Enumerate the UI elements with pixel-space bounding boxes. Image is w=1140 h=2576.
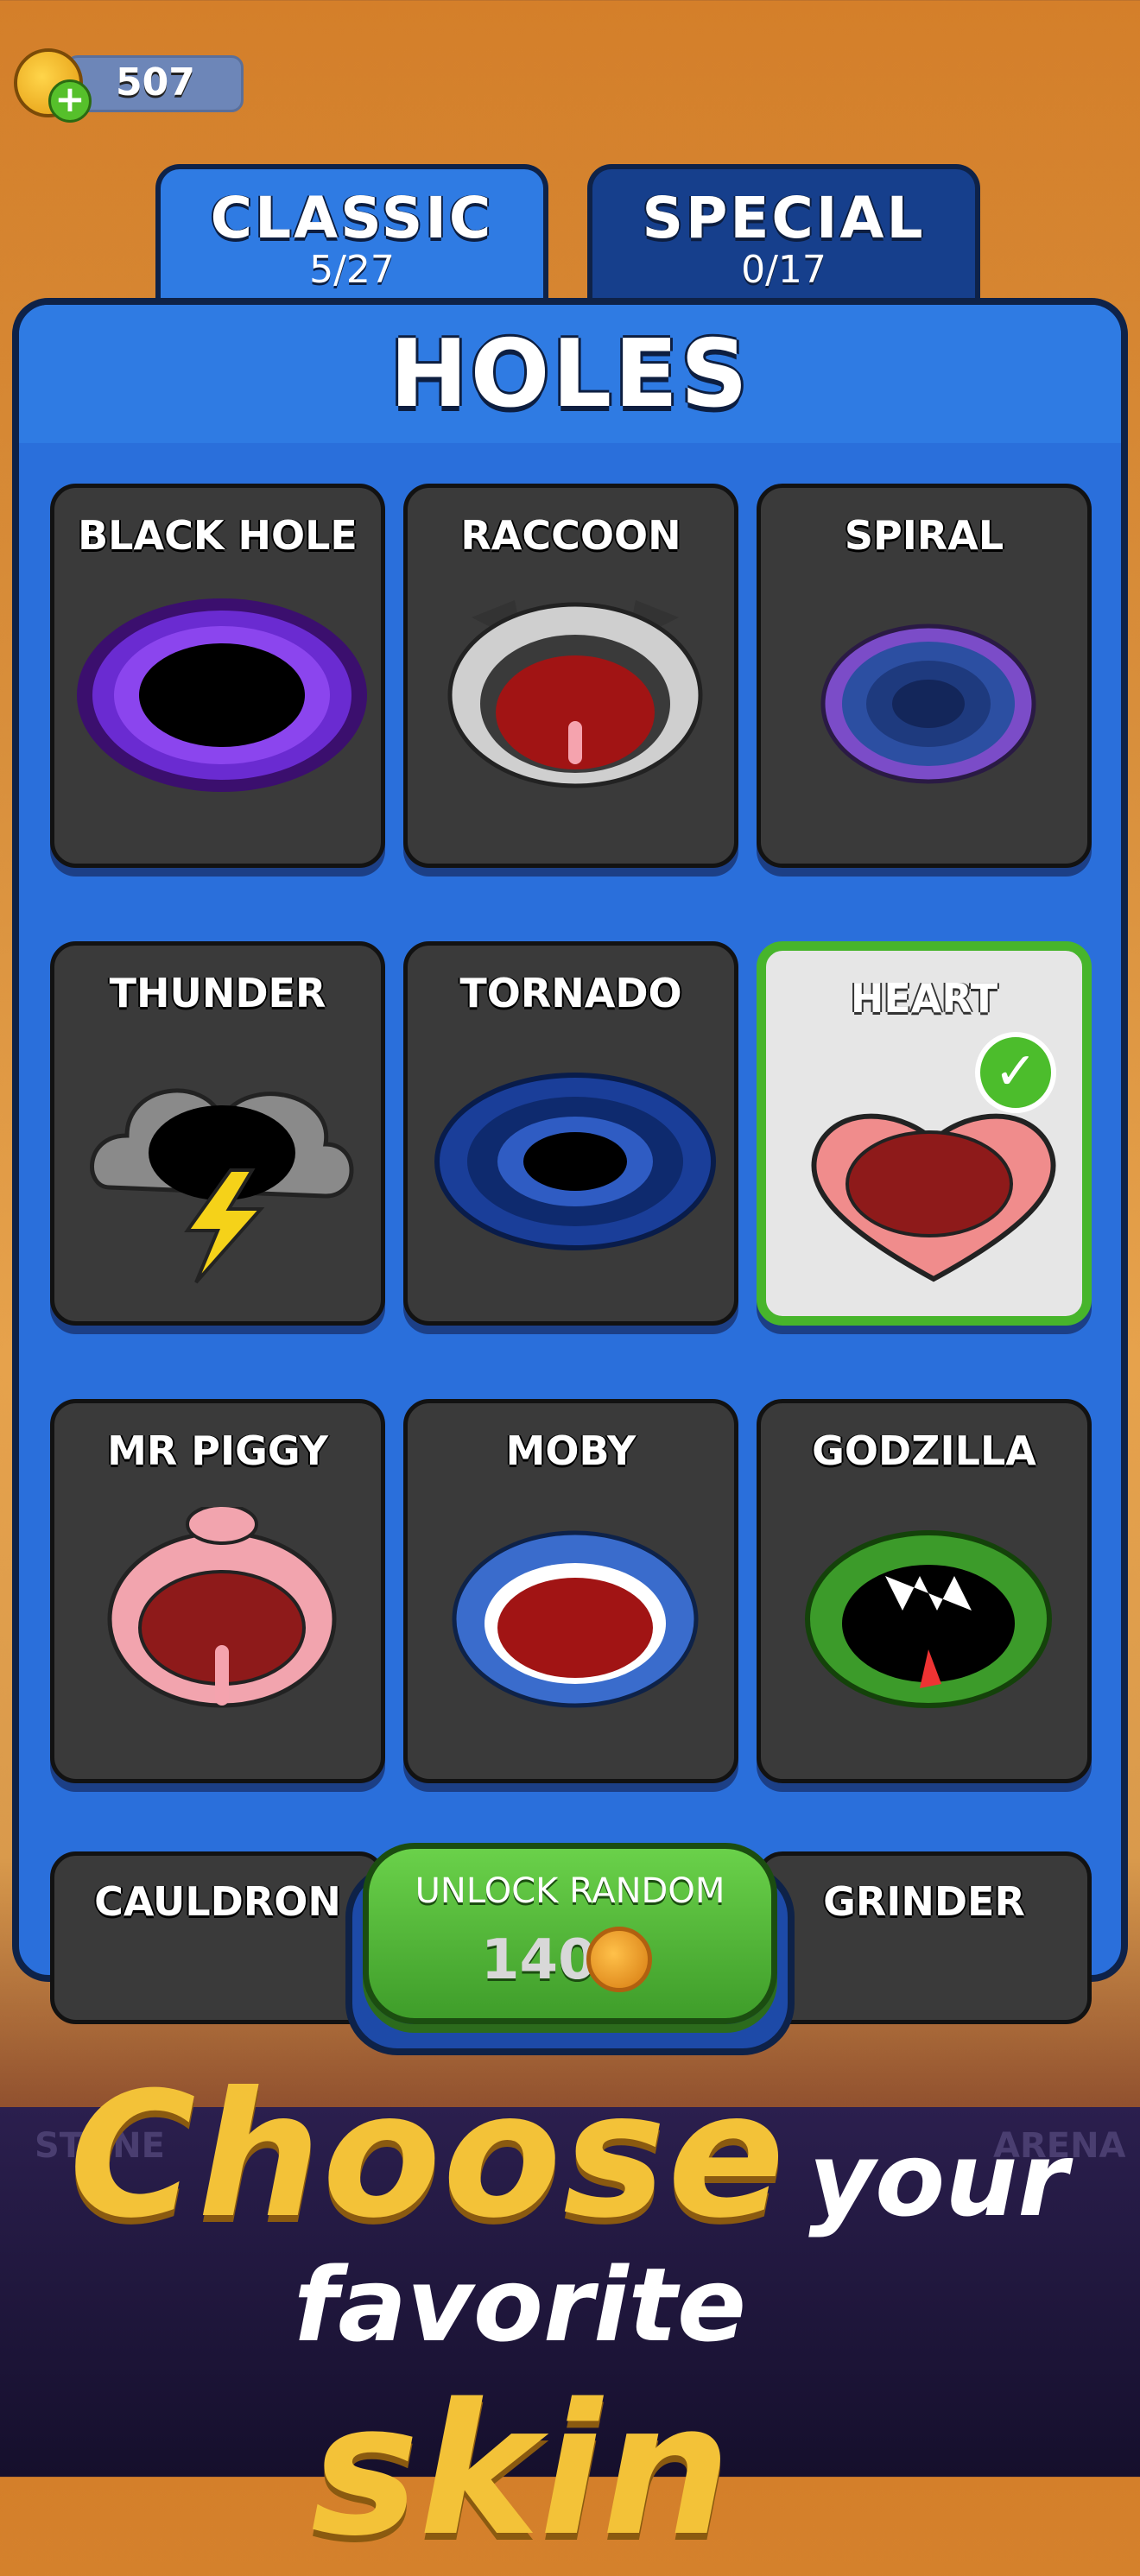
pig-icon	[107, 1507, 337, 1708]
coin-balance[interactable]: 507 +	[14, 48, 244, 123]
skin-label: MOBY	[505, 1427, 636, 1474]
skin-card-godzilla[interactable]: GODZILLA	[757, 1399, 1092, 1783]
thunder-icon	[90, 1088, 354, 1284]
tab-classic-count: 5/27	[309, 248, 395, 292]
skin-card-thunder[interactable]: THUNDER	[50, 941, 385, 1326]
coin-icon	[586, 1927, 652, 1992]
skin-card-raccoon[interactable]: RACCOON	[403, 484, 738, 868]
coin-count: 507	[116, 60, 195, 104]
skin-label: CAULDRON	[94, 1878, 341, 1925]
tab-special-title: SPECIAL	[642, 185, 926, 251]
skin-card-moby[interactable]: MOBY	[403, 1399, 738, 1783]
spiral-icon	[820, 623, 1036, 784]
promo-word-your: your	[808, 2120, 1068, 2239]
whale-icon	[452, 1530, 699, 1708]
promo-word-choose: Choose	[69, 2055, 787, 2256]
skin-card-heart[interactable]: HEART ✓	[757, 941, 1092, 1326]
skin-label: THUNDER	[109, 970, 326, 1016]
skin-label: SPIRAL	[844, 512, 1004, 559]
skin-card-cauldron[interactable]: CAULDRON	[50, 1851, 385, 2024]
skin-label: GRINDER	[823, 1878, 1025, 1925]
heart-icon	[811, 1113, 1056, 1282]
skin-label: RACCOON	[460, 512, 681, 559]
tab-classic-title: CLASSIC	[210, 185, 494, 251]
tab-special[interactable]: SPECIAL 0/17	[587, 164, 980, 311]
skin-label: HEART	[850, 975, 998, 1022]
tab-classic[interactable]: CLASSIC 5/27	[155, 164, 548, 311]
skin-card-spiral[interactable]: SPIRAL	[757, 484, 1092, 868]
tornado-icon	[434, 1073, 716, 1250]
skin-card-black-hole[interactable]: BLACK HOLE	[50, 484, 385, 868]
black-hole-icon	[77, 598, 367, 792]
promo-word-favorite: favorite	[294, 2245, 747, 2364]
skin-card-tornado[interactable]: TORNADO	[403, 941, 738, 1326]
plus-icon[interactable]: +	[48, 79, 92, 123]
unlock-price: 140	[481, 1928, 597, 1992]
skin-label: MR PIGGY	[107, 1427, 328, 1474]
panel-header: HOLES	[19, 305, 1121, 443]
promo-line-1: Choose your	[69, 2055, 1067, 2256]
unlock-random-button[interactable]: UNLOCK RANDOM 140	[363, 1843, 777, 2024]
raccoon-icon	[447, 600, 703, 788]
promo-word-skin: skin	[311, 2364, 732, 2576]
skin-label: BLACK HOLE	[78, 512, 358, 559]
skin-card-mr-piggy[interactable]: MR PIGGY	[50, 1399, 385, 1783]
panel-title: HOLES	[390, 320, 750, 428]
godzilla-icon	[805, 1530, 1052, 1708]
skin-label: TORNADO	[459, 970, 682, 1016]
skin-label: GODZILLA	[812, 1427, 1036, 1474]
promo-line-2: favorite skin	[294, 2245, 1140, 2576]
tab-special-count: 0/17	[741, 248, 826, 292]
skin-card-grinder[interactable]: GRINDER	[757, 1851, 1092, 2024]
unlock-title: UNLOCK RANDOM	[415, 1871, 725, 1911]
